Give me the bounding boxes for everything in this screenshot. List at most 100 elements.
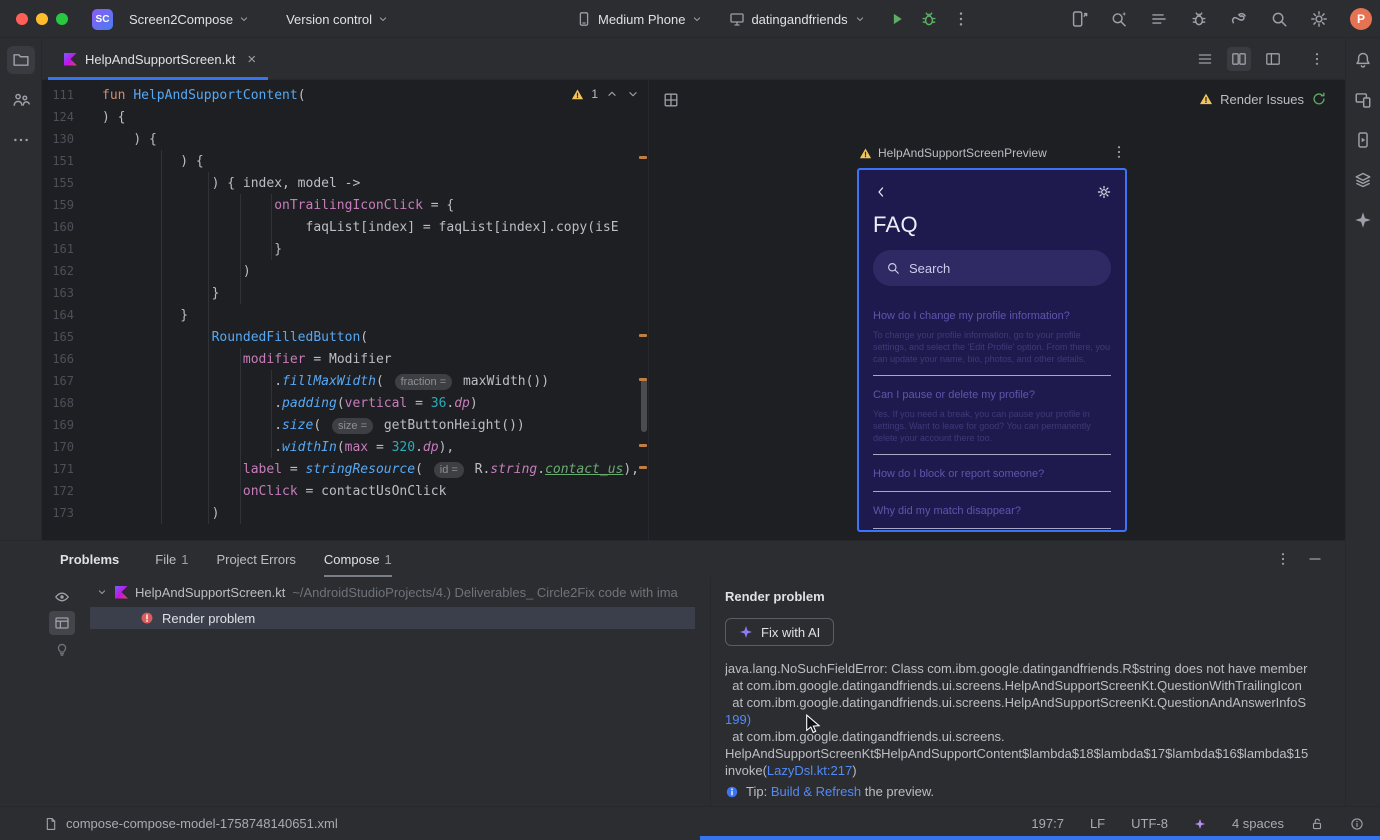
warning-stripe-mark[interactable] <box>639 444 647 447</box>
code-token: = Modifier <box>305 352 392 367</box>
resource-manager-button[interactable] <box>1349 166 1377 194</box>
settings-icon[interactable] <box>1310 10 1328 28</box>
code-line[interactable]: 162 ) <box>42 260 648 282</box>
next-problem-icon[interactable] <box>626 87 640 101</box>
code-line[interactable]: 167 .fillMaxWidth( fraction = maxWidth()… <box>42 370 648 392</box>
gradle-icon[interactable] <box>1230 10 1248 28</box>
code-line[interactable]: 163 } <box>42 282 648 304</box>
code-line[interactable]: 159 onTrailingIconClick = { <box>42 194 648 216</box>
split-view-toggle[interactable] <box>1227 47 1251 71</box>
warning-stripe-mark[interactable] <box>639 334 647 337</box>
code-line[interactable]: 164 } <box>42 304 648 326</box>
running-devices-button[interactable] <box>1349 126 1377 154</box>
inspection-widget[interactable]: 1 <box>567 85 644 103</box>
build-refresh-link[interactable]: Build & Refresh <box>771 784 861 799</box>
zoom-window-button[interactable] <box>56 13 68 25</box>
cursor-position-widget[interactable]: 197:7 <box>1031 816 1064 831</box>
status-info-icon[interactable] <box>1350 817 1364 831</box>
status-file-widget[interactable]: compose-compose-model-1758748140651.xml <box>44 816 338 831</box>
panel-options-icon[interactable] <box>1275 551 1291 567</box>
collaboration-tool-button[interactable] <box>7 86 35 114</box>
ai-search-icon[interactable] <box>1110 10 1128 28</box>
expand-chevron-icon[interactable] <box>96 586 108 598</box>
device-mirroring-icon[interactable] <box>1070 10 1088 28</box>
editor-tab[interactable]: HelpAndSupportScreen.kt × <box>48 38 269 80</box>
trace-link[interactable]: LazyDsl.kt:217 <box>767 763 852 778</box>
project-menu[interactable]: Screen2Compose <box>123 8 256 31</box>
gemini-button[interactable] <box>1349 206 1377 234</box>
problems-tree: HelpAndSupportScreen.kt ~/AndroidStudioP… <box>82 577 710 806</box>
refresh-preview-icon[interactable] <box>1311 91 1327 107</box>
search-icon[interactable] <box>1270 10 1288 28</box>
render-problem-row[interactable]: Render problem <box>90 607 695 629</box>
panel-tab-compose[interactable]: Compose 1 <box>324 541 392 577</box>
trace-link[interactable]: 199) <box>725 712 751 727</box>
run-configuration-selector[interactable]: datingandfriends <box>729 11 865 27</box>
code-line[interactable]: 111 fun HelpAndSupportContent( <box>42 84 648 106</box>
run-button[interactable] <box>888 10 906 28</box>
line-separator-widget[interactable]: LF <box>1090 816 1105 831</box>
line-number: 169 <box>52 418 74 432</box>
preview-layout-icon[interactable] <box>663 92 679 108</box>
quick-fixes-button[interactable] <box>49 637 75 661</box>
trace-text: at com.ibm.google.datingandfriends.ui.sc… <box>725 678 1302 693</box>
line-number: 165 <box>52 330 74 344</box>
tip-text: Tip: Build & Refresh the preview. <box>746 784 934 799</box>
inlay-hint: fraction = <box>394 373 453 390</box>
code-line[interactable]: 161 } <box>42 238 648 260</box>
render-issues-widget[interactable]: Render Issues <box>1199 91 1327 107</box>
tab-options-button[interactable] <box>1305 47 1329 71</box>
profiler-icon[interactable] <box>1190 10 1208 28</box>
design-view-toggle[interactable] <box>1261 47 1285 71</box>
code-token: maxWidth()) <box>455 374 550 389</box>
minimize-window-button[interactable] <box>36 13 48 25</box>
device-selector[interactable]: Medium Phone <box>576 11 703 27</box>
fix-with-ai-button[interactable]: Fix with AI <box>725 618 835 646</box>
code-line[interactable]: 165 RoundedFilledButton( <box>42 326 648 348</box>
code-line[interactable]: 130 ) { <box>42 128 648 150</box>
details-view-button[interactable] <box>49 611 75 635</box>
more-tool-windows-button[interactable] <box>7 126 35 154</box>
encoding-widget[interactable]: UTF-8 <box>1131 816 1168 831</box>
view-options-button[interactable] <box>49 585 75 609</box>
version-control-menu[interactable]: Version control <box>280 8 395 31</box>
warning-stripe-mark[interactable] <box>639 156 647 159</box>
code-line[interactable]: 168 .padding(vertical = 36.dp) <box>42 392 648 414</box>
phone-preview[interactable]: FAQ Search How do I change my profile in… <box>857 168 1127 532</box>
tab-count: 1 <box>181 551 189 567</box>
code-view-toggle[interactable] <box>1193 47 1217 71</box>
panel-tab-project-errors[interactable]: Project Errors <box>216 541 295 577</box>
project-tool-button[interactable] <box>6 46 35 74</box>
code-line[interactable]: 173 ) <box>42 502 648 524</box>
editor-scrollbar[interactable] <box>641 378 647 432</box>
task-list-icon[interactable] <box>1150 10 1168 28</box>
device-manager-button[interactable] <box>1349 86 1377 114</box>
ai-status-icon[interactable] <box>1194 818 1206 830</box>
code-line[interactable]: 172 onClick = contactUsOnClick <box>42 480 648 502</box>
profile-avatar[interactable]: P <box>1350 8 1372 30</box>
notifications-button[interactable] <box>1349 46 1377 74</box>
code-editor[interactable]: 111 fun HelpAndSupportContent(124) {130 )… <box>42 80 648 540</box>
hide-panel-icon[interactable] <box>1307 551 1323 567</box>
code-line[interactable]: 124) { <box>42 106 648 128</box>
code-line[interactable]: 151 ) { <box>42 150 648 172</box>
previous-problem-icon[interactable] <box>605 87 619 101</box>
preview-options-icon[interactable] <box>1111 144 1127 160</box>
lock-open-icon[interactable] <box>1310 817 1324 831</box>
close-tab-icon[interactable]: × <box>247 51 256 68</box>
panel-tab-file[interactable]: File 1 <box>155 541 188 577</box>
code-line[interactable]: 169 .size( size = getButtonHeight()) <box>42 414 648 436</box>
code-line[interactable]: 155 ) { index, model -> <box>42 172 648 194</box>
code-line[interactable]: 166 modifier = Modifier <box>42 348 648 370</box>
indent-widget[interactable]: 4 spaces <box>1232 816 1284 831</box>
code-line[interactable]: 160 faqList[index] = faqList[index].copy… <box>42 216 648 238</box>
code-line[interactable]: 171 label = stringResource( id = R.strin… <box>42 458 648 480</box>
code-line[interactable]: 170 .widthIn(max = 320.dp), <box>42 436 648 458</box>
problems-file-row[interactable]: HelpAndSupportScreen.kt ~/AndroidStudioP… <box>82 577 710 603</box>
warning-stripe-mark[interactable] <box>639 466 647 469</box>
debug-button[interactable] <box>920 10 938 28</box>
close-window-button[interactable] <box>16 13 28 25</box>
more-actions-icon[interactable] <box>952 10 970 28</box>
warning-stripe-mark[interactable] <box>639 378 647 381</box>
